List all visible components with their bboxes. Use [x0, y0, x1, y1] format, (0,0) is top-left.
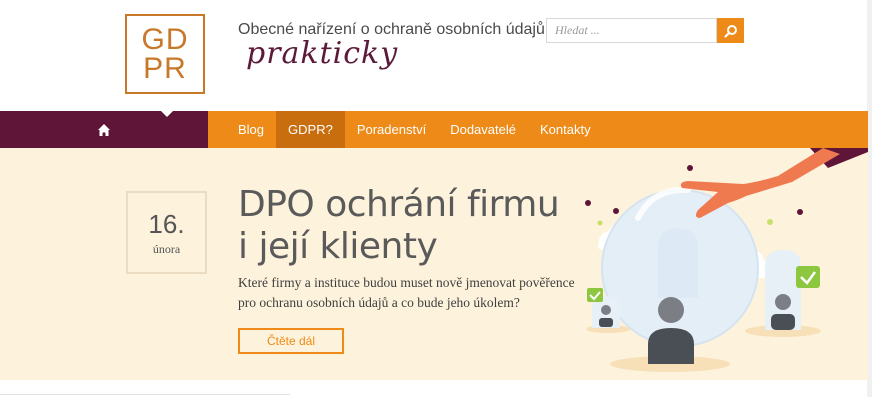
post-date: 16. února: [126, 191, 207, 274]
home-icon: [98, 123, 110, 136]
nav-item-dodavatele[interactable]: Dodavatelé: [438, 111, 528, 148]
site-header: GD PR Obecné nařízení o ochraně osobních…: [0, 0, 872, 111]
nav-item-kontakty[interactable]: Kontakty: [528, 111, 603, 148]
logo-line-1: GD: [141, 23, 189, 56]
nav-notch: [160, 110, 174, 117]
nav-home-button[interactable]: [0, 110, 208, 148]
post-date-month: února: [152, 241, 181, 256]
post-excerpt: Které firmy a instituce budou muset nově…: [238, 275, 575, 310]
nav-item-poradenstvi[interactable]: Poradenství: [345, 111, 438, 148]
read-more-button[interactable]: Čtěte dál: [238, 328, 344, 354]
gdpr-logo[interactable]: GD PR: [125, 14, 205, 94]
search-button[interactable]: [717, 18, 744, 43]
search-input[interactable]: [546, 18, 717, 43]
search-form: [546, 18, 744, 43]
site-tagline-script: prakticky: [246, 36, 399, 71]
main-nav: Blog GDPR? Poradenství Dodavatelé Kontak…: [0, 110, 868, 148]
post-title[interactable]: DPO ochrání firmu i její klienty: [238, 184, 578, 268]
logo-line-2: PR: [143, 52, 187, 85]
nav-items: Blog GDPR? Poradenství Dodavatelé Kontak…: [226, 111, 603, 148]
nav-item-gdpr[interactable]: GDPR?: [276, 111, 345, 148]
hero-illustration: [585, 148, 868, 372]
search-icon: [723, 24, 737, 38]
nav-item-blog[interactable]: Blog: [226, 111, 276, 148]
post-date-day: 16.: [148, 208, 185, 239]
divider: [0, 394, 290, 395]
